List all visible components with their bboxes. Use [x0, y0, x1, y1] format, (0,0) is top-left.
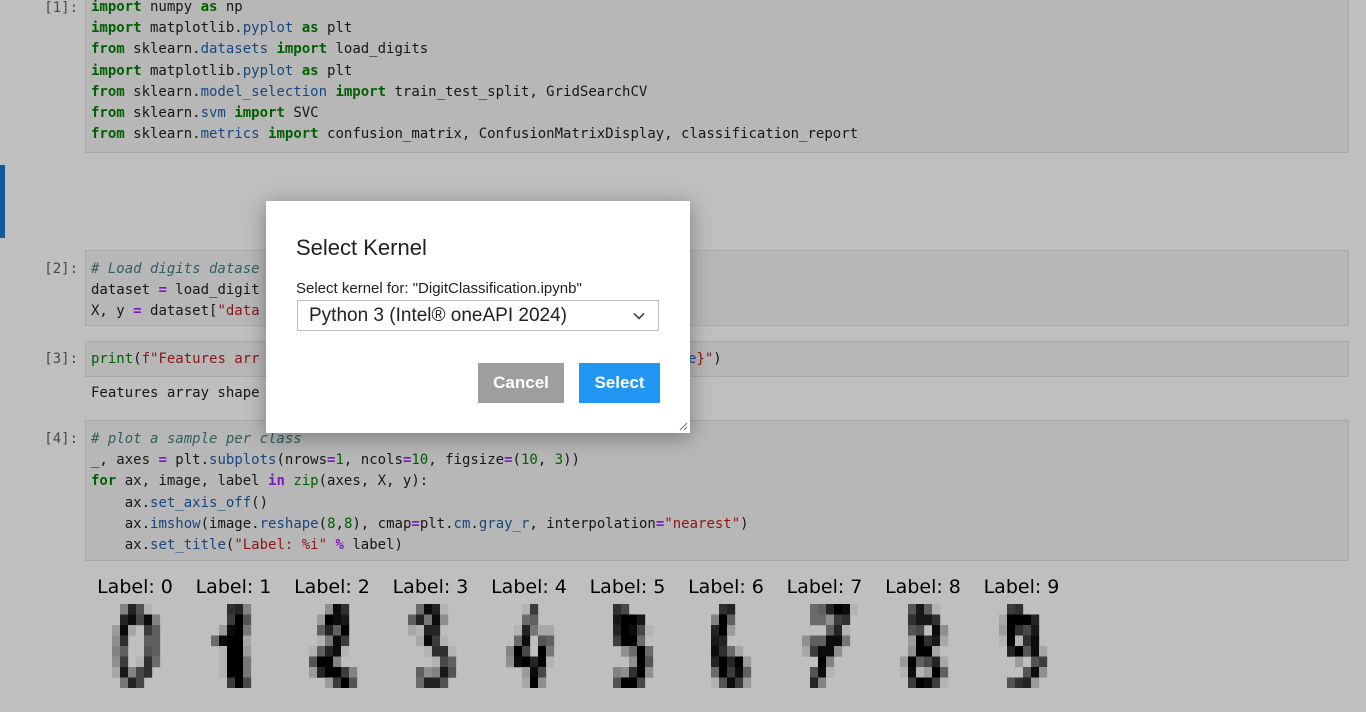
resize-handle-icon[interactable] [678, 421, 688, 431]
dialog-title: Select Kernel [296, 235, 427, 260]
kernel-select-label: Select kernel for: "DigitClassification.… [296, 280, 582, 297]
chevron-down-icon [633, 312, 645, 320]
cancel-button[interactable]: Cancel [478, 363, 564, 403]
select-kernel-dialog: Select Kernel Select kernel for: "DigitC… [266, 201, 690, 433]
select-button[interactable]: Select [579, 363, 660, 403]
kernel-dropdown-value: Python 3 (Intel® oneAPI 2024) [309, 305, 567, 326]
kernel-dropdown[interactable]: Python 3 (Intel® oneAPI 2024) [297, 300, 659, 331]
